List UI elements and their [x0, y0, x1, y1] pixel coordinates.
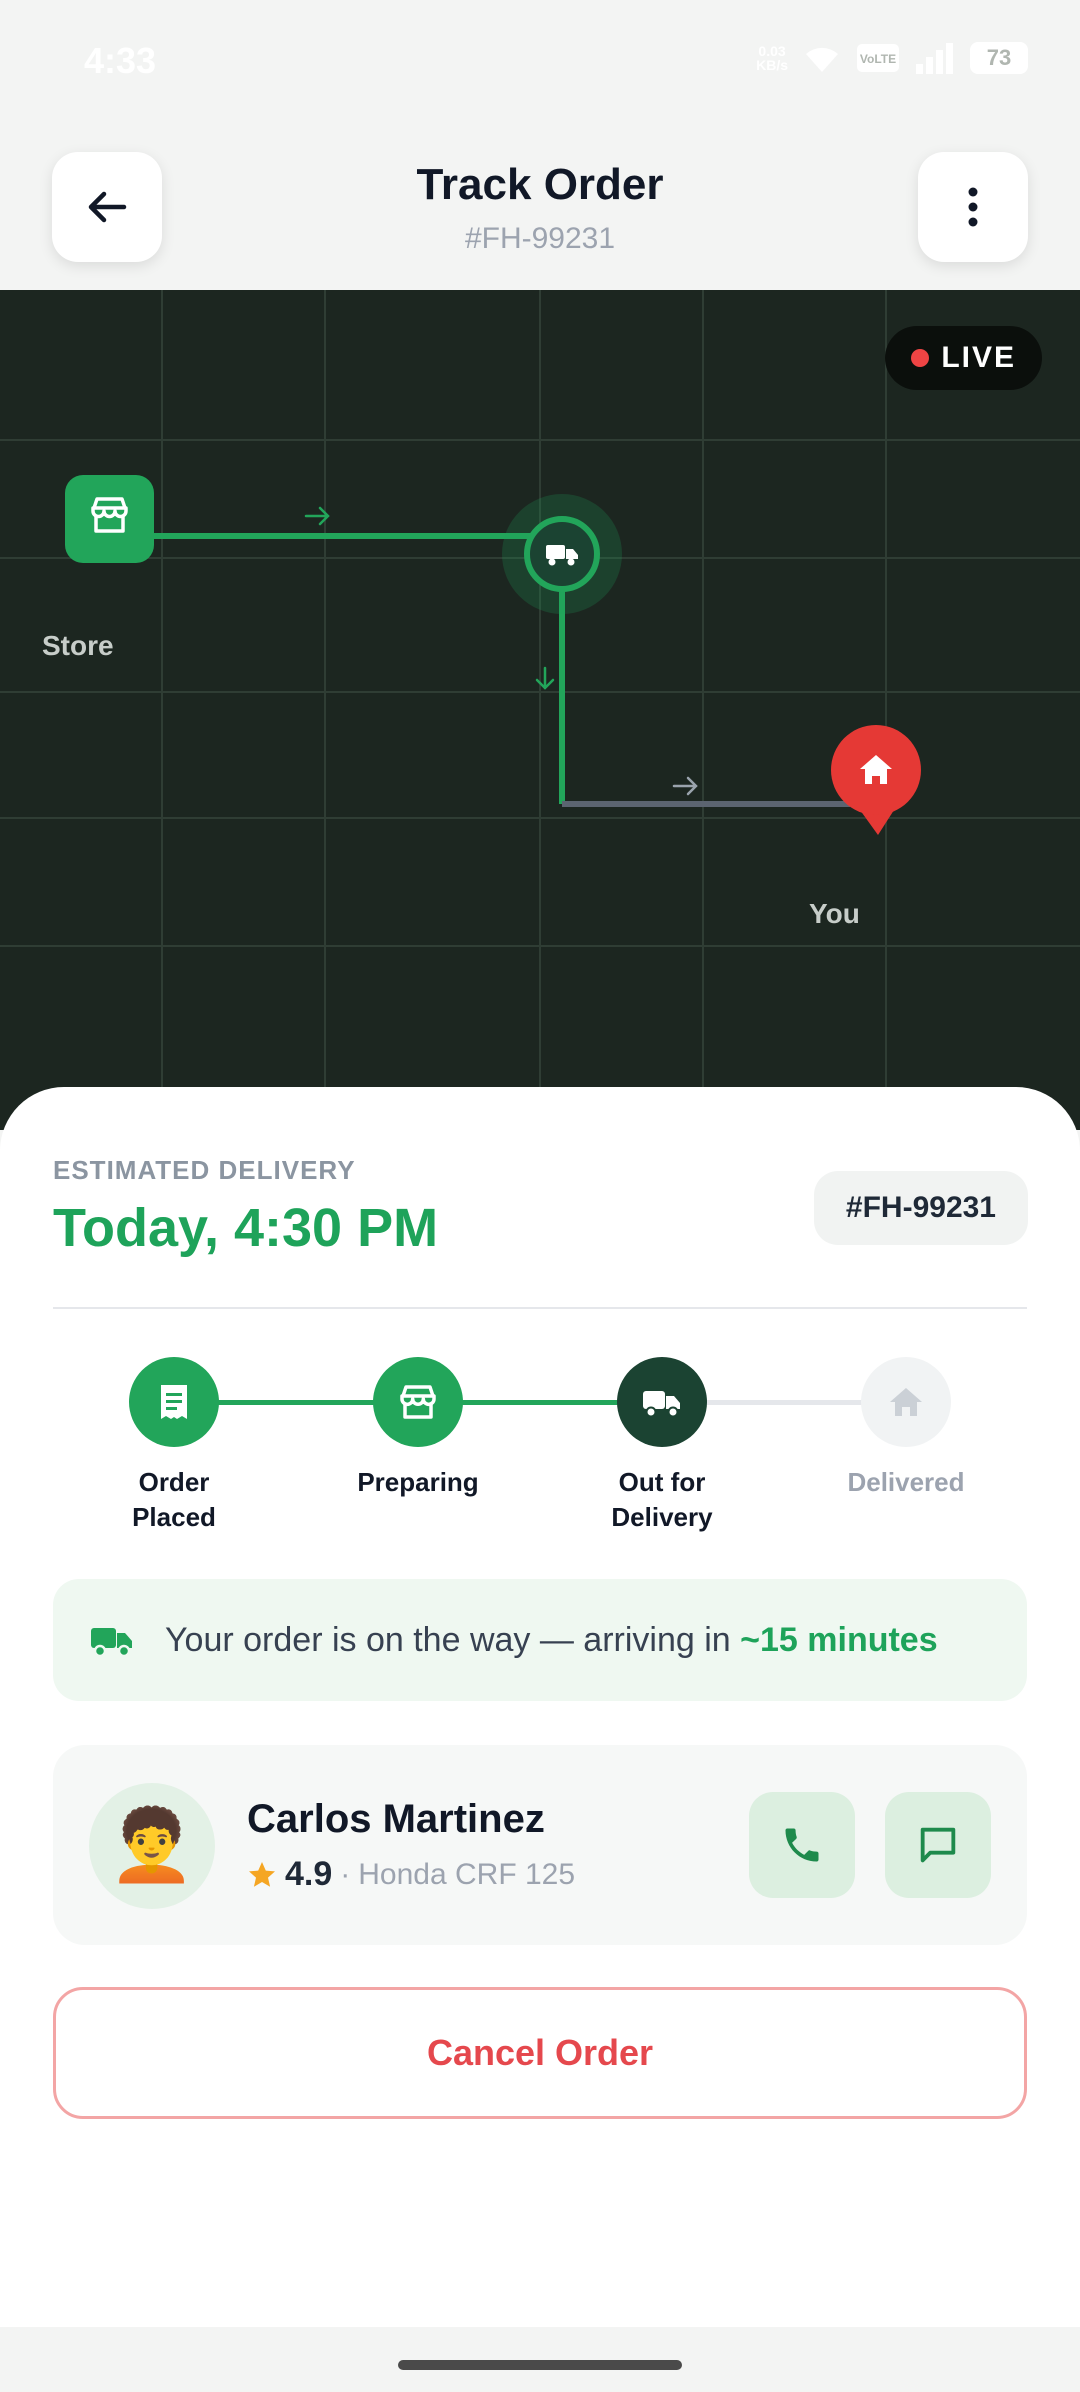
truck-icon [91, 1628, 132, 1658]
eta-label: ESTIMATED DELIVERY [53, 1155, 356, 1185]
signal-icon [916, 43, 953, 74]
step-label: Out for Delivery [611, 1467, 713, 1532]
map-canvas [0, 290, 1080, 1130]
chat-icon [920, 1827, 956, 1863]
delivery-status-text: Your order is on the way — arriving in ~… [165, 1620, 938, 1659]
step-circle [129, 1357, 219, 1447]
step-out-for-delivery: Out for Delivery [552, 1357, 772, 1535]
step-circle [617, 1357, 707, 1447]
store-label: Store [42, 630, 114, 661]
more-vertical-icon [968, 187, 978, 227]
divider [53, 1307, 1027, 1309]
network-speed: 0.03 KB/s [756, 43, 788, 73]
battery-indicator: 73 [970, 42, 1028, 74]
phone-icon [785, 1828, 819, 1862]
cancel-order-button[interactable]: Cancel Order [53, 1987, 1027, 2119]
status-icons: 0.03 KB/s VoLTE 73 [756, 42, 1028, 74]
message-driver-button[interactable] [885, 1792, 991, 1898]
step-circle [373, 1357, 463, 1447]
wifi-icon [806, 47, 838, 72]
truck-icon [643, 1391, 680, 1418]
top-app-bar: Track Order #FH-99231 [0, 120, 1080, 290]
step-preparing: Preparing [308, 1357, 528, 1500]
store-marker [65, 475, 154, 563]
receipt-icon [161, 1385, 187, 1419]
step-order-placed: Order Placed [64, 1357, 284, 1535]
step-label: Order Placed [132, 1467, 216, 1532]
avatar: 🧑‍🦱 [89, 1783, 215, 1909]
meta-separator: · [340, 1857, 351, 1891]
status-time: 4:33 [84, 40, 157, 81]
status-bar: 4:33 0.03 KB/s VoLTE 73 [0, 0, 1080, 120]
delivery-status-banner: Your order is on the way — arriving in ~… [53, 1579, 1027, 1701]
step-label: Delivered [847, 1467, 965, 1497]
driver-card: 🧑‍🦱 Carlos Martinez 4.9 · Honda CRF 125 [53, 1745, 1027, 1945]
step-delivered: Delivered [796, 1357, 1016, 1500]
map-grid [0, 290, 1080, 1130]
driver-vehicle: Honda CRF 125 [358, 1857, 576, 1891]
order-id-chip: #FH-99231 [813, 1171, 1028, 1245]
route-arrow-icon [672, 776, 698, 796]
live-label: LIVE [941, 341, 1016, 374]
arrival-time-highlight: ~15 minutes [740, 1620, 938, 1659]
driver-meta: 4.9 · Honda CRF 125 [247, 1855, 575, 1894]
route-traveled [110, 533, 565, 804]
eta-value: Today, 4:30 PM [53, 1198, 439, 1258]
tracking-map[interactable]: LIVE Store You [0, 290, 1080, 1130]
call-driver-button[interactable] [749, 1792, 855, 1898]
step-circle [861, 1357, 951, 1447]
live-badge: LIVE [885, 326, 1042, 390]
volte-icon: VoLTE [857, 44, 899, 72]
more-options-button[interactable] [918, 152, 1028, 262]
order-details-sheet: ESTIMATED DELIVERY Today, 4:30 PM #FH-99… [0, 1087, 1080, 2327]
driver-name: Carlos Martinez [247, 1797, 545, 1841]
home-icon [890, 1388, 922, 1416]
live-dot-icon [911, 349, 930, 367]
store-icon [400, 1385, 436, 1419]
driver-rating: 4.9 [285, 1855, 333, 1893]
you-label: You [809, 898, 860, 929]
step-label: Preparing [357, 1467, 479, 1497]
svg-text:VoLTE: VoLTE [860, 52, 896, 66]
home-indicator[interactable] [398, 2360, 682, 2370]
order-progress-stepper: Order Placed Preparing Out for Delivery … [0, 1357, 1080, 1547]
star-icon [249, 1861, 275, 1887]
